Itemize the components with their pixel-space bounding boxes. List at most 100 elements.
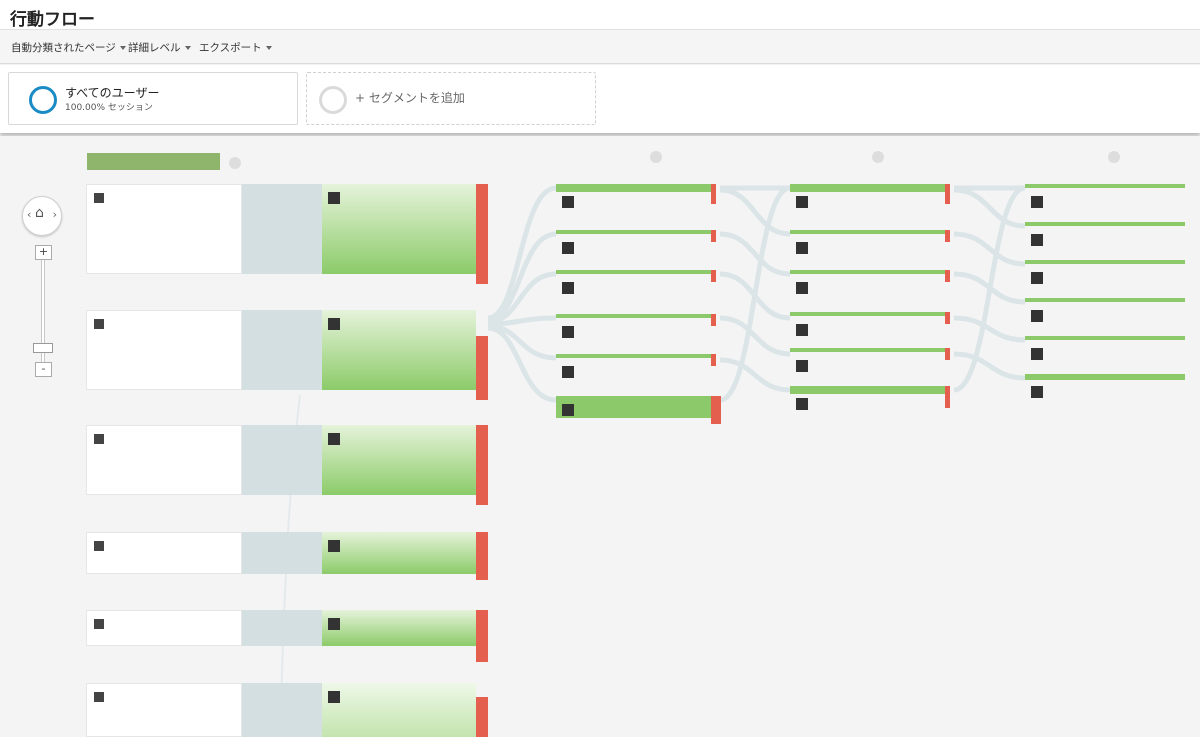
source-node[interactable] [86, 425, 242, 495]
first-interaction-node[interactable] [556, 270, 721, 304]
source-node-label [94, 193, 109, 203]
first-interaction-node[interactable] [556, 314, 721, 348]
node-traffic-bar [1025, 184, 1185, 188]
segment-bar: すべてのユーザー 100.00% セッション + セグメントを追加 [0, 65, 1200, 133]
drop-off-bar[interactable] [476, 610, 488, 662]
first-interaction-node[interactable] [556, 230, 721, 264]
node-traffic-bar [790, 230, 945, 234]
node-label [796, 242, 813, 254]
source-node[interactable] [86, 184, 242, 274]
auto-grouped-pages-label: 自動分類されたページ [11, 42, 116, 54]
landing-page-node-label [328, 540, 345, 552]
landing-page-node-label [328, 691, 345, 703]
third-interaction-node[interactable] [1025, 260, 1195, 294]
landing-page-node-label [328, 433, 345, 445]
node-label [562, 326, 579, 338]
detail-level-dropdown[interactable]: 詳細レベル [128, 40, 191, 55]
node-traffic-bar [790, 386, 945, 394]
second-interaction-node[interactable] [790, 184, 955, 218]
third-interaction-node[interactable] [1025, 222, 1195, 256]
flow-link[interactable] [242, 610, 322, 646]
node-label [796, 360, 813, 372]
second-interaction-node[interactable] [790, 230, 955, 264]
landing-page-node[interactable] [322, 683, 476, 737]
segment-name: すべてのユーザー [65, 86, 160, 100]
help-icon[interactable] [650, 151, 662, 163]
zoom-slider-handle[interactable] [33, 343, 53, 353]
landing-page-node[interactable] [322, 310, 476, 390]
node-traffic-bar [1025, 374, 1185, 380]
pan-right-icon[interactable]: › [53, 208, 57, 221]
landing-page-node-label [328, 192, 345, 204]
help-icon[interactable] [1108, 151, 1120, 163]
flow-link[interactable] [242, 310, 322, 390]
node-traffic-bar [556, 230, 711, 234]
landing-page-node[interactable] [322, 610, 476, 646]
source-node[interactable] [86, 310, 242, 390]
node-traffic-bar [556, 314, 711, 318]
export-label: エクスポート [199, 42, 262, 54]
drop-off-bar[interactable] [476, 697, 488, 737]
landing-page-node[interactable] [322, 184, 476, 274]
zoom-in-button[interactable]: + [35, 245, 52, 260]
segment-all-users[interactable]: すべてのユーザー 100.00% セッション [8, 72, 298, 125]
node-traffic-bar [556, 354, 711, 358]
second-interaction-node[interactable] [790, 348, 955, 382]
help-icon[interactable] [229, 157, 241, 169]
drop-off-bar [711, 396, 721, 424]
landing-page-node[interactable] [322, 532, 476, 574]
help-icon[interactable] [872, 151, 884, 163]
flow-link[interactable] [242, 184, 322, 274]
drop-off-bar[interactable] [476, 336, 488, 400]
node-traffic-bar [1025, 298, 1185, 302]
flow-link[interactable] [242, 683, 322, 737]
pan-home-control[interactable]: ‹ ⌂ › [22, 196, 62, 236]
third-interaction-node[interactable] [1025, 336, 1195, 370]
segment-ring-icon [29, 86, 57, 114]
title-bar: 行動フロー [0, 0, 1200, 30]
home-icon[interactable]: ⌂ [35, 205, 44, 221]
node-label [796, 196, 813, 208]
drop-off-bar [711, 270, 716, 282]
second-interaction-node[interactable] [790, 386, 955, 420]
third-interaction-node[interactable] [1025, 298, 1195, 332]
flow-link[interactable] [242, 532, 322, 574]
source-node[interactable] [86, 610, 242, 646]
third-interaction-node[interactable] [1025, 184, 1195, 218]
node-label [1031, 196, 1048, 208]
drop-off-bar [945, 386, 950, 408]
drop-off-bar[interactable] [476, 532, 488, 580]
drop-off-bar [711, 354, 716, 366]
second-interaction-node[interactable] [790, 270, 955, 304]
source-node[interactable] [86, 683, 242, 737]
first-interaction-node[interactable] [556, 354, 721, 388]
flow-link[interactable] [242, 425, 322, 495]
drop-off-bar[interactable] [476, 425, 488, 505]
landing-page-node[interactable] [322, 425, 476, 495]
node-traffic-bar [556, 396, 711, 418]
auto-grouped-pages-dropdown[interactable]: 自動分類されたページ [11, 40, 126, 55]
node-label [1031, 234, 1048, 246]
third-interaction-node[interactable] [1025, 374, 1195, 408]
node-traffic-bar [1025, 222, 1185, 226]
source-node-label [94, 434, 109, 444]
starting-dimension-header[interactable] [87, 153, 220, 170]
chevron-down-icon [119, 46, 126, 50]
pan-left-icon[interactable]: ‹ [27, 208, 31, 221]
source-node-label [94, 319, 109, 329]
chevron-down-icon [265, 46, 272, 50]
source-node[interactable] [86, 532, 242, 574]
first-interaction-node[interactable] [556, 184, 721, 218]
node-label [562, 242, 579, 254]
segment-session-share: 100.00% セッション [65, 103, 153, 113]
export-dropdown[interactable]: エクスポート [199, 40, 272, 55]
add-segment-button[interactable]: + セグメントを追加 [306, 72, 596, 125]
second-interaction-node[interactable] [790, 312, 955, 346]
drop-off-bar[interactable] [476, 184, 488, 284]
node-traffic-bar [790, 312, 945, 316]
drop-off-bar [945, 348, 950, 360]
first-interaction-node[interactable] [556, 396, 726, 430]
zoom-out-button[interactable]: - [35, 362, 52, 377]
node-traffic-bar [1025, 260, 1185, 264]
node-traffic-bar [556, 270, 711, 274]
